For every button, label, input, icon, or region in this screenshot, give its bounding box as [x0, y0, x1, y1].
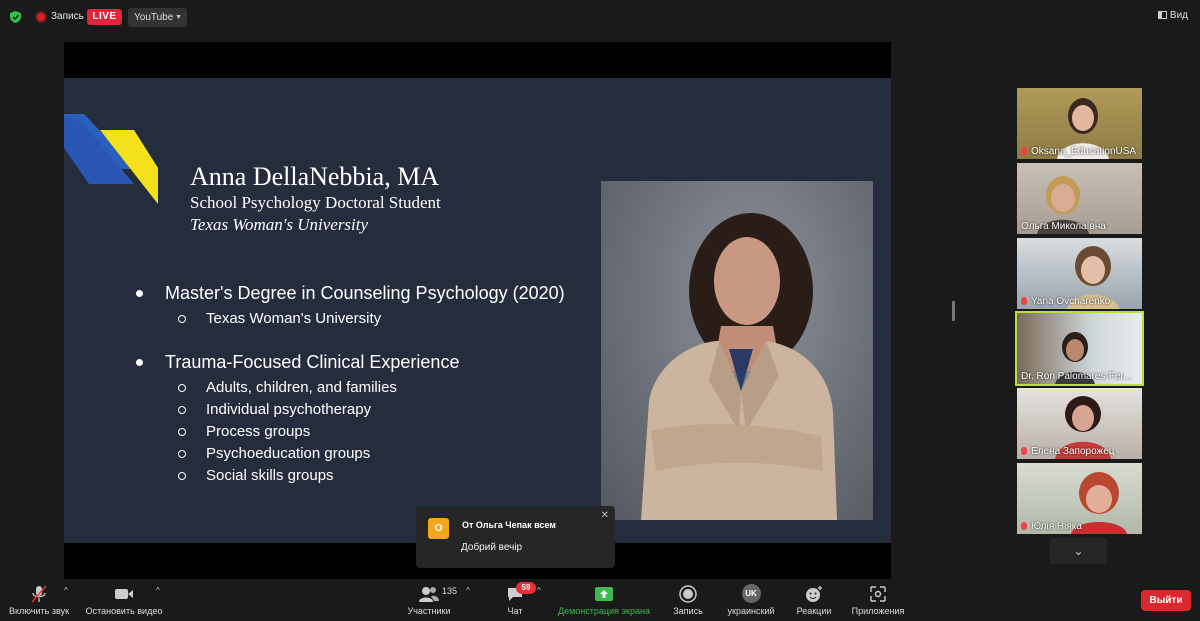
muted-mic-icon — [1021, 522, 1027, 530]
share-screen-button[interactable]: Демонстрация экрана — [553, 580, 655, 621]
participant-tile[interactable]: Юлія Ніяка — [1017, 463, 1142, 534]
top-bar: Запись LIVE YouTube ▼ Вид — [0, 0, 1200, 34]
share-screen-icon — [595, 587, 613, 601]
presentation-slide: Anna DellaNebbia, MA School Psychology D… — [64, 78, 891, 543]
slide-presenter-university: Texas Woman's University — [190, 215, 369, 234]
interpretation-button[interactable]: UK украинский — [722, 580, 780, 621]
slide-sub-bullet: Texas Woman's University — [177, 310, 382, 327]
chevron-down-icon: ⌄ — [1073, 544, 1084, 558]
participant-tile[interactable]: Елена Запорожец — [1017, 388, 1142, 459]
leave-meeting-button[interactable]: Выйти — [1141, 590, 1191, 611]
gallery-scroll-down-button[interactable]: ⌄ — [1050, 538, 1107, 564]
chevron-up-icon[interactable]: ^ — [156, 586, 160, 595]
close-icon[interactable]: ✕ — [601, 510, 609, 521]
muted-mic-icon — [1021, 297, 1027, 305]
emoji-reaction-icon — [806, 586, 822, 602]
view-button[interactable]: Вид — [1157, 10, 1188, 21]
chevron-up-icon[interactable]: ^ — [64, 586, 68, 595]
slide-bullet: Trauma-Focused Clinical Experience — [135, 352, 460, 372]
meeting-toolbar: Включить звук ^ Остановить видео ^ Участ… — [0, 580, 1200, 621]
stream-target-label: YouTube — [134, 12, 174, 23]
participant-count: 135 — [442, 586, 458, 596]
participants-label: Участники — [407, 606, 451, 616]
participant-name: Oksana_EducationUSA — [1021, 146, 1136, 157]
participant-name: Dr. Ron Palomares-Fer... — [1021, 371, 1132, 382]
live-badge[interactable]: LIVE — [87, 9, 122, 25]
slide-sub-bullet: Process groups — [177, 423, 311, 440]
slide-sub-bullet: Individual psychotherapy — [177, 401, 372, 418]
unmute-label: Включить звук — [8, 606, 70, 616]
resize-handle[interactable] — [952, 301, 955, 321]
reactions-button[interactable]: Реакции — [792, 580, 836, 621]
caret-down-icon: ▼ — [175, 14, 182, 21]
participant-name: Юлія Ніяка — [1021, 521, 1082, 532]
apps-label: Приложения — [851, 606, 905, 616]
record-label: Запись — [673, 606, 703, 616]
chat-label: Чат — [507, 606, 523, 616]
chevron-up-icon[interactable]: ^ — [537, 586, 541, 595]
participant-name: Yana Ovcharenko — [1021, 296, 1110, 307]
interpretation-label: украинский — [727, 606, 775, 616]
recording-dot-icon — [37, 13, 45, 21]
apps-icon — [870, 586, 886, 602]
participant-tile[interactable]: Oksana_EducationUSA — [1017, 88, 1142, 159]
participant-tile[interactable]: Ольга Миколаївна — [1017, 163, 1142, 234]
chat-notification-sender: От Ольга Чепак всем — [462, 520, 556, 530]
muted-mic-icon — [1021, 147, 1027, 155]
record-button[interactable]: Запись — [668, 580, 708, 621]
stop-video-button[interactable]: Остановить видео — [82, 580, 166, 621]
participant-tile[interactable]: Yana Ovcharenko — [1017, 238, 1142, 309]
shield-icon[interactable] — [10, 11, 21, 23]
participants-icon — [419, 587, 439, 602]
slide-bullet: Master's Degree in Counseling Psychology… — [136, 283, 565, 303]
shared-screen: Anna DellaNebbia, MA School Psychology D… — [64, 42, 891, 579]
participant-tile-active-speaker[interactable]: Dr. Ron Palomares-Fer... — [1015, 311, 1144, 386]
video-camera-icon — [115, 589, 133, 599]
slide-presenter-role: School Psychology Doctoral Student — [190, 193, 441, 212]
sender-avatar: О — [428, 518, 449, 539]
chat-notification[interactable]: О От Ольга Чепак всем Добрий вечір ✕ — [416, 506, 615, 568]
presenter-photo — [601, 181, 873, 520]
stream-target-dropdown[interactable]: YouTube ▼ — [128, 8, 187, 27]
muted-mic-icon — [1021, 447, 1027, 455]
view-layout-icon — [1157, 11, 1167, 19]
slide-logo — [64, 114, 158, 204]
slide-sub-bullet: Social skills groups — [178, 467, 334, 484]
language-globe-icon: UK — [741, 584, 761, 603]
share-screen-label: Демонстрация экрана — [558, 606, 650, 616]
stop-video-label: Остановить видео — [85, 606, 163, 616]
recording-label[interactable]: Запись — [51, 11, 84, 22]
muted-microphone-icon — [31, 585, 47, 603]
participant-name: Елена Запорожец — [1021, 446, 1115, 457]
unread-chat-badge: 59 — [516, 582, 536, 594]
chat-notification-message: Добрий вечір — [461, 542, 523, 553]
slide-presenter-name: Anna DellaNebbia, MA — [190, 162, 440, 191]
slide-sub-bullet: Psychoeducation groups — [177, 445, 371, 462]
participant-name: Ольга Миколаївна — [1021, 221, 1106, 232]
slide-sub-bullet: Adults, children, and families — [178, 379, 397, 396]
reactions-label: Реакции — [796, 606, 832, 616]
view-label: Вид — [1169, 10, 1188, 21]
chevron-up-icon[interactable]: ^ — [466, 586, 470, 595]
record-icon — [679, 585, 697, 603]
apps-button[interactable]: Приложения — [848, 580, 908, 621]
